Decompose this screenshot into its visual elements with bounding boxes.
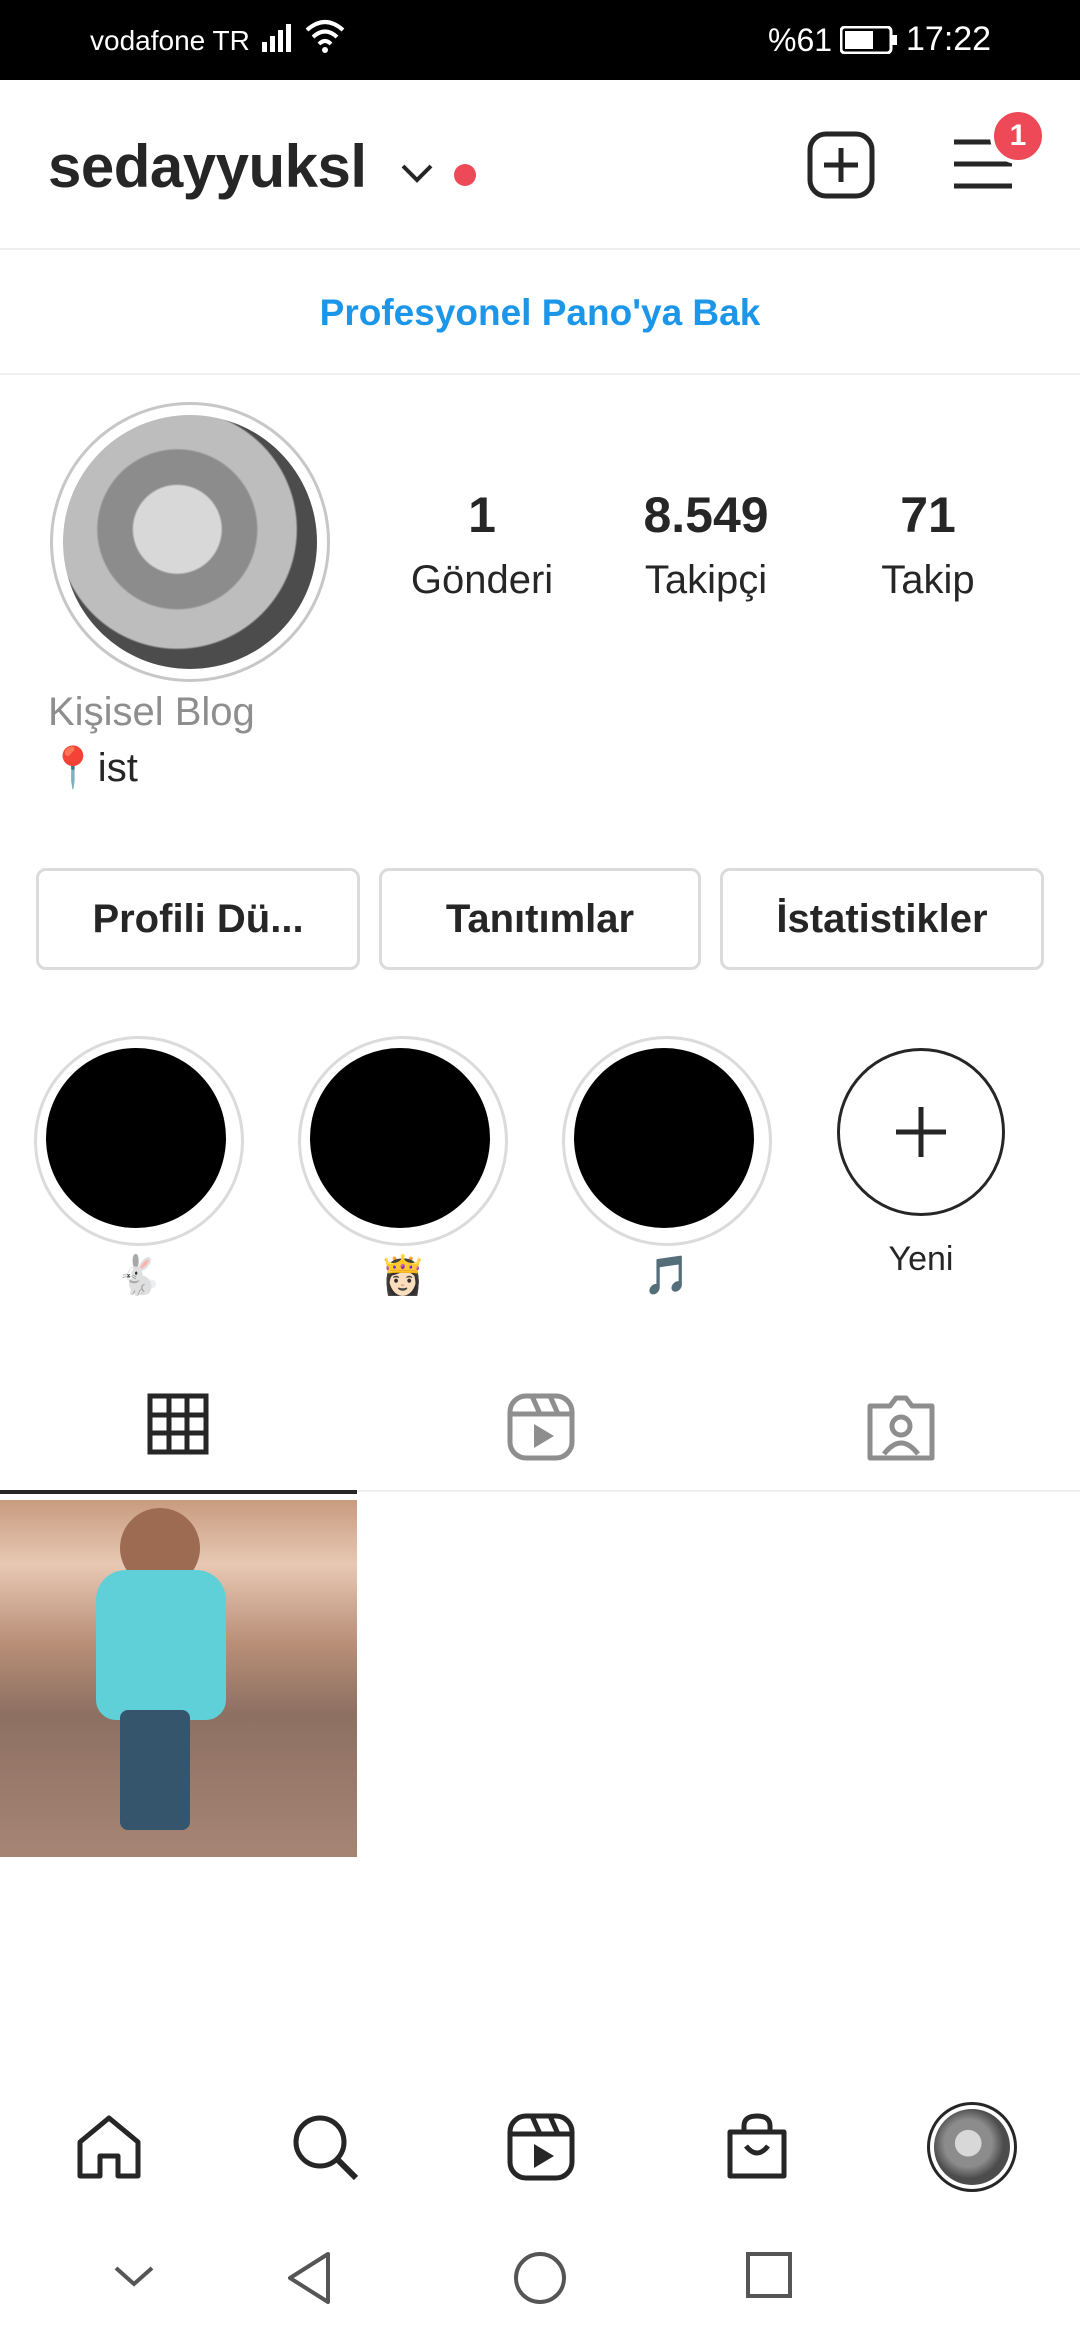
stat-posts[interactable]: 1 Gönderi bbox=[372, 486, 592, 603]
new-highlight-button[interactable] bbox=[837, 1048, 1005, 1216]
reels-icon bbox=[507, 1393, 575, 1461]
avatar-image bbox=[934, 2109, 1010, 2185]
add-post-icon[interactable] bbox=[806, 130, 876, 205]
post-thumbnail[interactable] bbox=[0, 1500, 357, 1857]
battery-icon bbox=[839, 25, 898, 61]
signal-icon bbox=[262, 22, 298, 59]
wifi-icon bbox=[304, 18, 346, 61]
plus-icon bbox=[896, 1107, 946, 1157]
edit-profile-button[interactable]: Profili Dü... bbox=[36, 868, 360, 970]
battery-percent: %61 bbox=[768, 22, 833, 58]
insights-button[interactable]: İstatistikler bbox=[720, 868, 1044, 970]
profile-tabs bbox=[0, 1362, 1080, 1494]
unread-dot bbox=[454, 164, 476, 186]
highlight-1[interactable] bbox=[34, 1036, 244, 1246]
username-switcher[interactable]: sedayyuksl bbox=[48, 132, 367, 201]
shop-icon[interactable] bbox=[720, 2110, 794, 2189]
system-navigation bbox=[0, 2220, 1080, 2340]
professional-dashboard-link[interactable]: Profesyonel Pano'ya Bak bbox=[0, 250, 1080, 375]
tab-reels[interactable] bbox=[360, 1362, 720, 1492]
recents-icon[interactable] bbox=[744, 2250, 794, 2305]
stat-followers-label: Takipçi bbox=[644, 558, 768, 602]
profile-header: sedayyuksl 1 bbox=[0, 80, 1080, 250]
highlight-cover bbox=[574, 1048, 754, 1228]
back-icon[interactable] bbox=[284, 2250, 334, 2311]
tab-grid[interactable] bbox=[0, 1362, 360, 1494]
profile-avatar[interactable] bbox=[50, 402, 330, 682]
grid-icon bbox=[147, 1393, 209, 1455]
active-tab-indicator bbox=[0, 1490, 357, 1494]
chevron-down-icon[interactable] bbox=[400, 162, 434, 189]
highlight-label: 🎵 bbox=[643, 1255, 691, 1297]
highlight-label: 👸🏻 bbox=[379, 1255, 427, 1297]
highlight-cover bbox=[46, 1048, 226, 1228]
tab-tagged[interactable] bbox=[720, 1362, 1080, 1492]
status-bar: vodafone TR %61 17:22 bbox=[0, 0, 1080, 80]
stat-posts-value: 1 bbox=[468, 487, 496, 543]
promotions-button[interactable]: Tanıtımlar bbox=[379, 868, 701, 970]
stat-following-value: 71 bbox=[900, 487, 956, 543]
stat-posts-label: Gönderi bbox=[410, 558, 554, 602]
highlight-3[interactable] bbox=[562, 1036, 772, 1246]
home-circle-icon[interactable] bbox=[512, 2250, 568, 2311]
stat-followers-value: 8.549 bbox=[643, 487, 769, 543]
stat-followers[interactable]: 8.549 Takipçi bbox=[596, 486, 816, 603]
profile-avatar-nav[interactable] bbox=[927, 2102, 1017, 2192]
highlight-label: 🐇 bbox=[115, 1255, 163, 1297]
highlight-cover bbox=[310, 1048, 490, 1228]
bottom-navigation bbox=[0, 2080, 1080, 2220]
home-icon[interactable] bbox=[72, 2110, 146, 2189]
search-icon[interactable] bbox=[288, 2110, 362, 2189]
highlight-2[interactable] bbox=[298, 1036, 508, 1246]
hide-chevron-icon[interactable] bbox=[112, 2264, 156, 2295]
carrier-name: vodafone TR bbox=[90, 25, 250, 56]
bio-category: Kişisel Blog bbox=[48, 690, 255, 734]
stat-following-label: Takip bbox=[881, 558, 975, 602]
reels-nav-icon[interactable] bbox=[504, 2110, 578, 2189]
tagged-icon bbox=[867, 1395, 935, 1461]
stat-following[interactable]: 71 Takip bbox=[818, 486, 1038, 603]
notification-badge: 1 bbox=[990, 108, 1046, 164]
bio-location: 📍ist bbox=[48, 746, 138, 790]
new-highlight-label: Yeni bbox=[888, 1240, 954, 1278]
clock: 17:22 bbox=[906, 20, 992, 58]
avatar-image bbox=[63, 415, 317, 669]
